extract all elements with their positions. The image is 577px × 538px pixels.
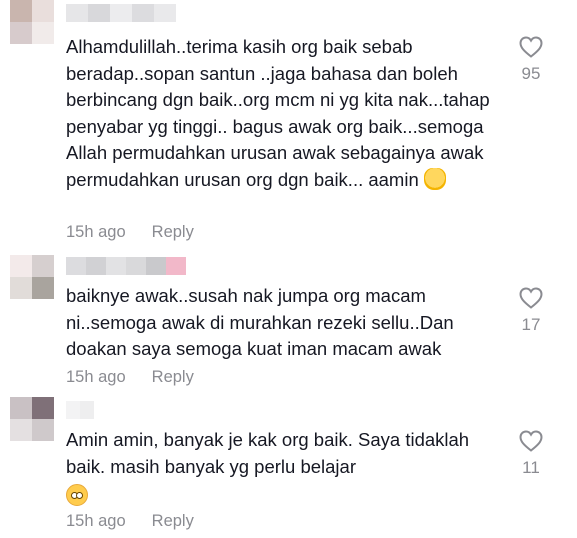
comment-item: Alhamdulillah..terima kasih org baik seb… [0,0,577,241]
comment-text: Amin amin, banyak je kak org baik. Saya … [66,427,506,510]
username-blurred[interactable] [66,4,176,22]
comment-item: baiknye awak..susah nak jumpa org macam … [0,255,577,395]
avatar-tile [10,397,32,419]
comment-item: Amin amin, banyak je kak org baik. Saya … [0,397,577,538]
reply-button[interactable]: Reply [152,223,194,242]
avatar-tile [32,277,54,299]
like-button[interactable]: 11 [514,430,548,478]
heart-icon[interactable] [519,430,543,452]
comment-body: Amin amin, banyak je kak org baik. Saya … [66,429,470,477]
avatar-tile [32,419,54,441]
avatar-tile [32,397,54,419]
comment-time: 15h ago [66,223,126,241]
username-blurred[interactable] [66,257,186,275]
comment-body: baiknye awak..susah nak jumpa org macam … [66,285,454,359]
avatar-tile [32,255,54,277]
comment-meta: 15h ago Reply [66,223,194,242]
like-button[interactable]: 95 [514,36,548,84]
comment-text: baiknye awak..susah nak jumpa org macam … [66,283,506,363]
like-count: 95 [521,64,541,83]
folded-hands-emoji-icon [423,167,446,190]
avatar-tile [10,22,32,44]
avatar-tile [10,255,32,277]
like-button[interactable]: 17 [514,287,548,335]
avatar-tile [10,0,32,22]
comment-time: 15h ago [66,512,126,530]
avatar-tile [32,0,54,22]
reply-button[interactable]: Reply [152,368,194,387]
heart-icon[interactable] [519,36,543,58]
heart-icon[interactable] [519,287,543,309]
smiling-face-emoji-icon [66,484,88,506]
avatar-tile [32,22,54,44]
avatar[interactable] [10,255,54,299]
avatar[interactable] [10,397,54,441]
avatar[interactable] [10,0,54,44]
comment-time: 15h ago [66,368,126,386]
comment-meta: 15h ago Reply [66,512,194,531]
like-count: 17 [521,315,541,334]
reply-button[interactable]: Reply [152,512,194,531]
comment-body: Alhamdulillah..terima kasih org baik seb… [66,36,490,190]
avatar-tile [10,419,32,441]
comment-text: Alhamdulillah..terima kasih org baik seb… [66,34,506,193]
like-count: 11 [522,458,540,477]
comment-meta: 15h ago Reply [66,368,194,387]
username-blurred[interactable] [66,401,94,419]
avatar-tile [10,277,32,299]
